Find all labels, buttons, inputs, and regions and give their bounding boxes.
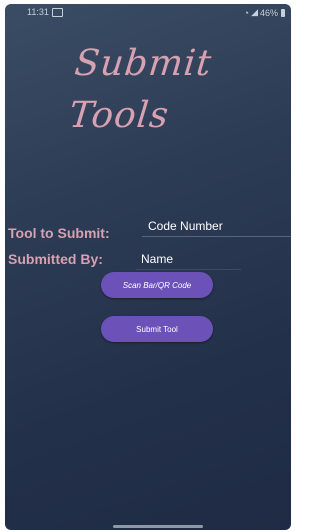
tool-to-submit-label: Tool to Submit: <box>8 225 110 241</box>
submitted-by-label: Submitted By: <box>8 251 103 267</box>
submit-tool-button-label: Submit Tool <box>136 324 178 334</box>
home-indicator[interactable] <box>113 525 203 528</box>
signal-icon: ◢ <box>251 7 258 17</box>
app-screen: 11:31 ◔ ◢ 46% Submit Tools Tool to Submi… <box>5 4 291 530</box>
submit-tool-button[interactable]: Submit Tool <box>101 316 213 342</box>
name-input[interactable]: Name <box>136 252 241 270</box>
battery-percent: 46% <box>259 7 278 18</box>
wifi-icon: ◔ <box>243 7 250 18</box>
status-icons: ◔ ◢ 46% <box>244 7 285 18</box>
status-bar: 11:31 ◔ ◢ 46% <box>5 4 291 22</box>
scan-code-button[interactable]: Scan Bar/QR Code <box>101 272 213 298</box>
page-title: Submit Tools <box>67 43 214 136</box>
code-number-input[interactable]: Code Number <box>142 219 291 237</box>
scan-code-button-label: Scan Bar/QR Code <box>122 280 192 290</box>
battery-icon <box>281 8 285 17</box>
status-time: 11:31 <box>27 7 49 17</box>
image-icon <box>52 8 63 17</box>
